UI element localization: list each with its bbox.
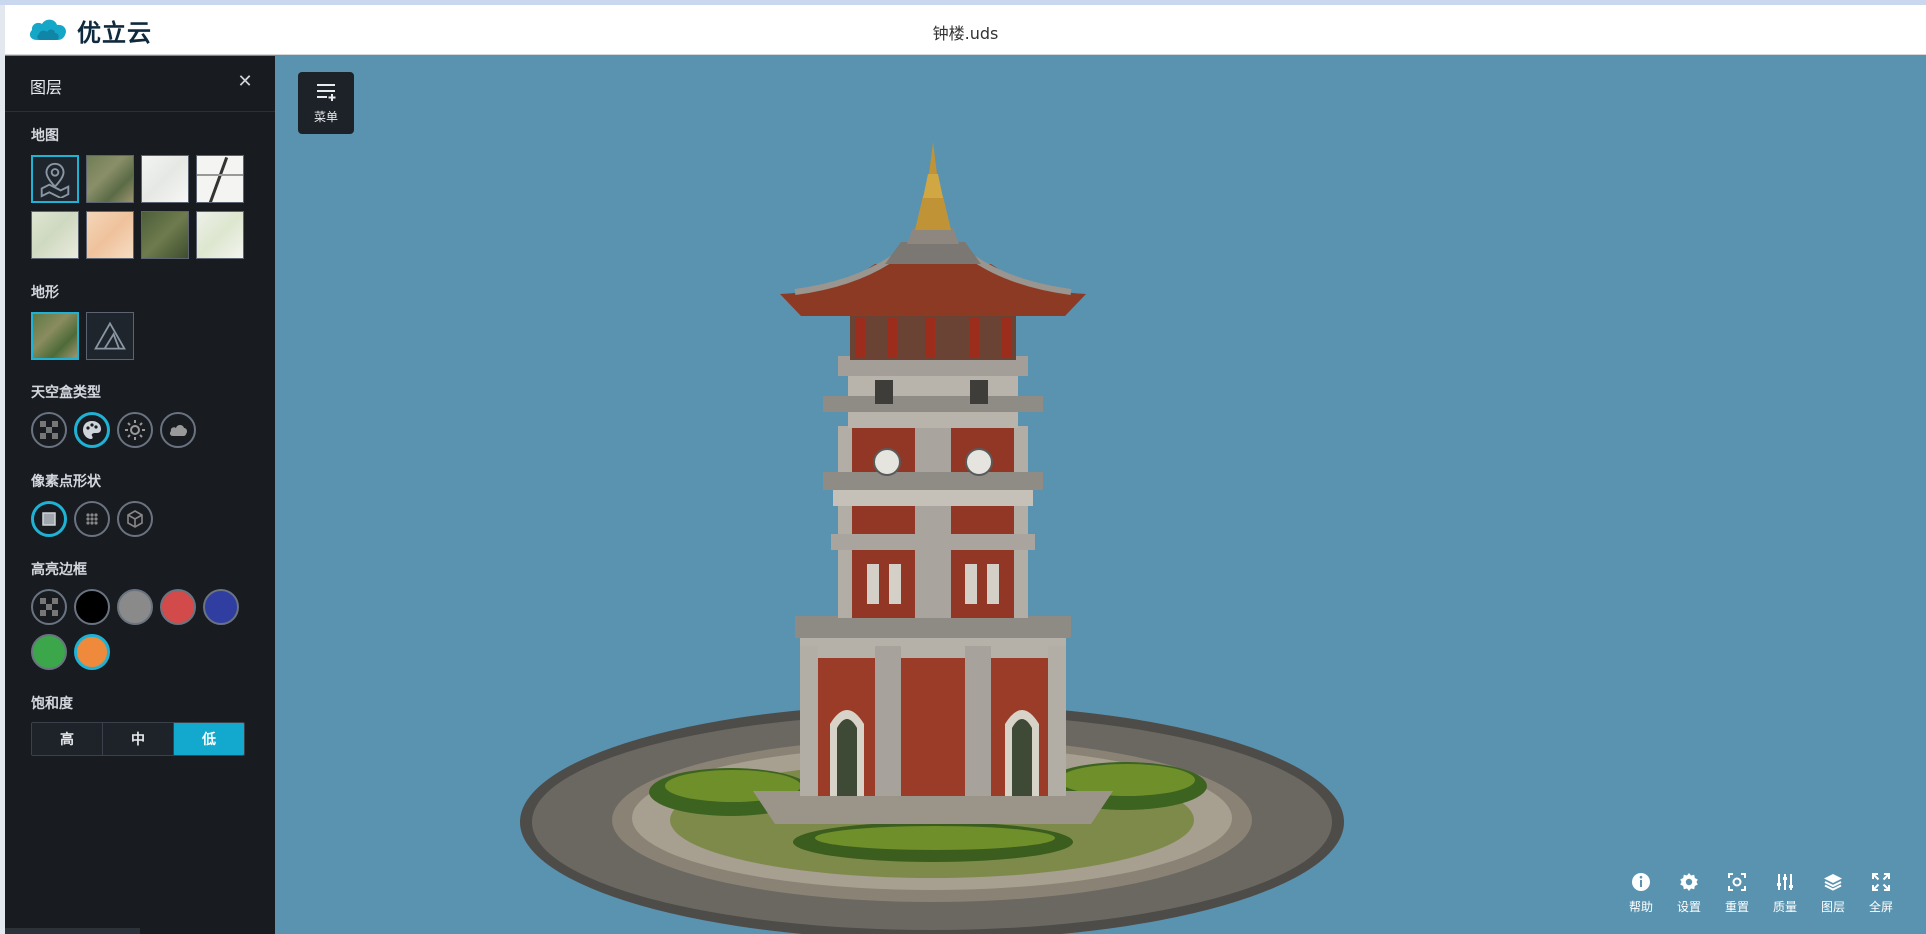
saturation-segmented-control: 高 中 低 (31, 722, 245, 756)
map-section-label: 地图 (31, 128, 59, 144)
saturation-low-button[interactable]: 低 (174, 723, 244, 755)
reset-label: 重置 (1724, 900, 1749, 914)
mountain-icon (94, 321, 126, 350)
help-label: 帮助 (1628, 900, 1653, 914)
skybox-color[interactable] (74, 412, 110, 448)
map-tile-topo[interactable] (31, 211, 79, 259)
quality-label: 质量 (1772, 900, 1797, 914)
fullscreen-button[interactable]: 全屏 (1864, 872, 1898, 922)
file-title: 钟楼.uds (932, 24, 999, 43)
highlight-color-black[interactable] (74, 589, 110, 625)
sliders-icon (1777, 874, 1793, 890)
point-shape-cube[interactable] (117, 501, 153, 537)
settings-button[interactable]: 设置 (1672, 872, 1706, 922)
info-icon (1632, 873, 1650, 891)
3d-viewport[interactable] (275, 56, 1926, 934)
gear-icon (1680, 873, 1698, 891)
highlight-color-red[interactable] (160, 589, 196, 625)
viewer-toolbar: 帮助 设置 重置 质量 图层 全屏 (1624, 872, 1898, 922)
map-tile-pale[interactable] (196, 211, 244, 259)
highlight-none[interactable] (31, 589, 67, 625)
quality-button[interactable]: 质量 (1768, 872, 1802, 922)
panel-header: 图层 ✕ (5, 56, 275, 112)
fullscreen-label: 全屏 (1868, 900, 1893, 914)
saturation-medium-button[interactable]: 中 (103, 723, 174, 755)
map-tile-streets[interactable] (196, 155, 244, 203)
settings-label: 设置 (1676, 900, 1701, 914)
map-tile-terrain-dark[interactable] (141, 211, 189, 259)
menu-button[interactable]: 菜单 (298, 72, 354, 134)
saturation-section-label: 饱和度 (31, 696, 73, 712)
layers-button[interactable]: 图层 (1816, 872, 1850, 922)
highlight-color-blue[interactable] (203, 589, 239, 625)
sun-icon (125, 420, 145, 440)
help-button[interactable]: 帮助 (1624, 872, 1658, 922)
cloud-icon (169, 425, 188, 436)
map-tile-satellite[interactable] (86, 155, 134, 203)
menu-list-icon (317, 83, 336, 101)
skybox-sun[interactable] (117, 412, 153, 448)
map-tile-warm[interactable] (86, 211, 134, 259)
panel-title: 图层 (30, 78, 63, 97)
panel-footer-bar (5, 928, 140, 934)
map-tile-light[interactable] (141, 155, 189, 203)
clock-tower-model (520, 142, 1344, 934)
layers-label: 图层 (1820, 900, 1845, 914)
map-pin-icon (40, 162, 70, 198)
checker-icon (40, 421, 58, 439)
point-shape-dots[interactable] (74, 501, 110, 537)
square-icon (42, 512, 56, 526)
checker-icon (40, 598, 58, 616)
cube-icon (127, 510, 143, 528)
point-shape-section-label: 像素点形状 (31, 474, 101, 490)
dots-icon (86, 513, 98, 525)
palette-icon (83, 421, 101, 439)
terrain-tile-imagery[interactable] (31, 312, 79, 360)
highlight-section-label: 高亮边框 (31, 562, 87, 578)
point-shape-square[interactable] (31, 501, 67, 537)
highlight-color-orange[interactable] (74, 634, 110, 670)
layers-panel: 图层 ✕ 地图 地形 天空盒类型 像素点形状 高亮边框 饱和度 高 中 低 (5, 56, 275, 934)
reset-view-icon (1728, 873, 1746, 891)
terrain-tile-elevation[interactable] (86, 312, 134, 360)
terrain-section-label: 地形 (31, 285, 59, 301)
app-header: 优立云 钟楼.uds (5, 5, 1926, 55)
skybox-none[interactable] (31, 412, 67, 448)
skybox-cloud[interactable] (160, 412, 196, 448)
reset-view-button[interactable]: 重置 (1720, 872, 1754, 922)
map-tile-none[interactable] (31, 155, 79, 203)
fullscreen-icon (1872, 873, 1890, 891)
highlight-color-gray[interactable] (117, 589, 153, 625)
menu-label: 菜单 (313, 109, 338, 124)
skybox-section-label: 天空盒类型 (31, 385, 101, 401)
close-icon[interactable]: ✕ (233, 70, 257, 94)
highlight-color-green[interactable] (31, 634, 67, 670)
layers-icon (1824, 874, 1842, 891)
saturation-high-button[interactable]: 高 (32, 723, 103, 755)
